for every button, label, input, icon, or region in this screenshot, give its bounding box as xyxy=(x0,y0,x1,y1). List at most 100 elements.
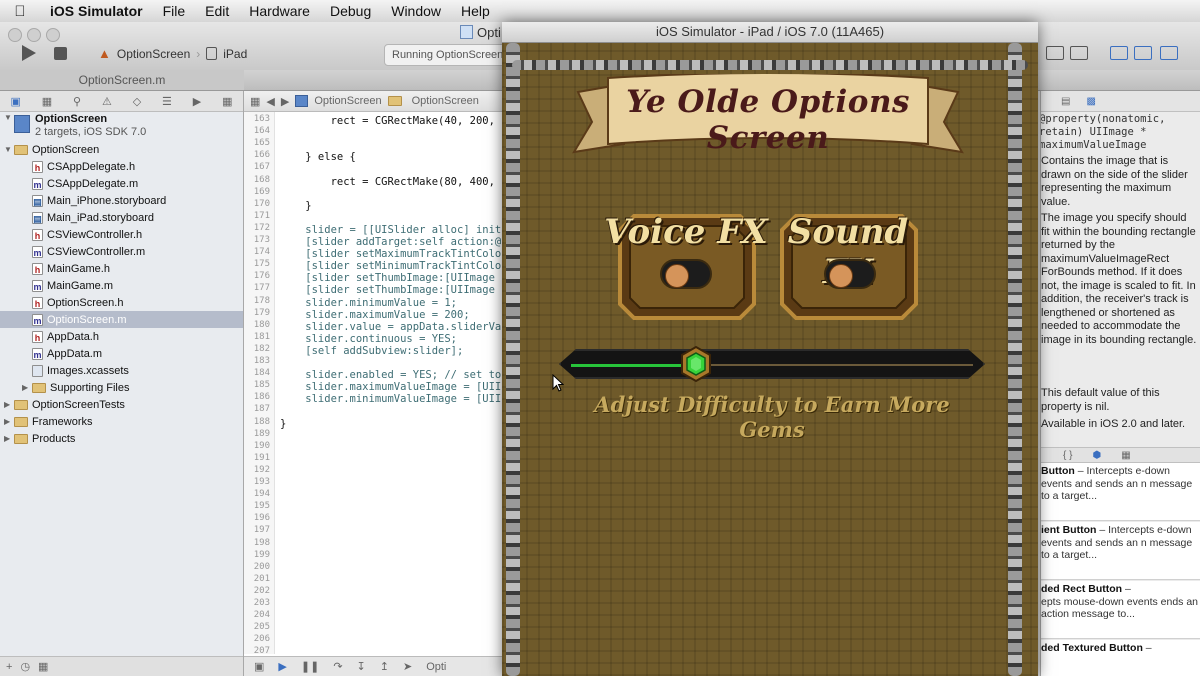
folder-icon xyxy=(387,96,402,106)
navigator-item[interactable]: ▶ Frameworks xyxy=(0,413,243,430)
object-library-icon[interactable]: ⬢ xyxy=(1092,450,1101,461)
disclosure-closed-icon[interactable]: ▶ xyxy=(4,417,14,426)
test-nav-icon[interactable]: ◇ xyxy=(133,95,141,108)
breakpoint-nav-icon[interactable]: ▶ xyxy=(193,95,201,108)
sound-fx-toggle[interactable] xyxy=(824,259,876,289)
tab-optionscreen-m[interactable]: OptionScreen.m xyxy=(0,70,244,90)
step-over-icon[interactable]: ↷ xyxy=(333,660,342,673)
navigator-item[interactable]: h AppData.h xyxy=(0,328,243,345)
add-icon[interactable]: + xyxy=(6,661,12,673)
folder-icon xyxy=(32,382,46,393)
scheme-selector[interactable]: ▲ OptionScreen › iPad xyxy=(98,46,247,61)
debug-area-toggle-icon[interactable] xyxy=(1134,46,1152,60)
menu-debug[interactable]: Debug xyxy=(320,3,381,19)
forward-icon[interactable]: ▶ xyxy=(281,95,289,108)
quick-help-abstract: Contains the image that is drawn on the … xyxy=(1041,155,1188,208)
step-out-icon[interactable]: ↥ xyxy=(380,660,389,673)
apple-menu-icon[interactable]:  xyxy=(0,3,40,20)
file-inspector-icon[interactable]: ▤ xyxy=(1061,96,1070,107)
disclosure-closed-icon[interactable]: ▶ xyxy=(22,383,32,392)
project-row[interactable]: ▼ OptionScreen 2 targets, iOS SDK 7.0 xyxy=(0,113,243,139)
library-item[interactable]: ded Textured Button – xyxy=(1041,640,1200,676)
stop-icon[interactable] xyxy=(54,47,67,60)
navigator-item-label: AppData.m xyxy=(47,347,103,360)
recent-icon[interactable]: ◷ xyxy=(20,660,30,673)
library-item[interactable]: ded Rect Button – epts mouse-down events … xyxy=(1041,581,1200,639)
breakpoints-toggle-icon[interactable]: ▶ xyxy=(278,660,286,673)
navigator-item-label: OptionScreen.m xyxy=(47,313,127,326)
menu-help[interactable]: Help xyxy=(451,3,500,19)
app-menu[interactable]: iOS Simulator xyxy=(40,3,153,19)
line-number: 177 xyxy=(253,283,270,294)
folder-nav-icon[interactable]: ▣ xyxy=(10,95,20,108)
standard-editor-icon[interactable] xyxy=(1046,46,1064,60)
close-window-icon[interactable] xyxy=(8,28,22,42)
quick-help-icon[interactable]: ▩ xyxy=(1086,96,1095,107)
navigator-item[interactable]: ▤ Main_iPhone.storyboard xyxy=(0,192,243,209)
navigator-item[interactable]: ▤ Main_iPad.storyboard xyxy=(0,209,243,226)
menu-edit[interactable]: Edit xyxy=(195,3,239,19)
gem-slider-thumb[interactable] xyxy=(678,346,714,382)
hide-debug-area-icon[interactable]: ▣ xyxy=(254,660,264,673)
navigator-item[interactable]: ▶ OptionScreenTests xyxy=(0,396,243,413)
library-item[interactable]: ient Button – Intercepts e-down events a… xyxy=(1041,522,1200,580)
pause-icon[interactable]: ❚❚ xyxy=(301,660,319,673)
menu-window[interactable]: Window xyxy=(381,3,451,19)
navigator-item-label: CSViewController.h xyxy=(47,228,143,241)
navigator-toggle-icon[interactable] xyxy=(1110,46,1128,60)
navigator-item[interactable]: h MainGame.h xyxy=(0,260,243,277)
media-library-icon[interactable]: ▦ xyxy=(1121,450,1130,461)
navigator-item[interactable]: m OptionScreen.m xyxy=(0,311,243,328)
symbol-nav-icon[interactable]: ▦ xyxy=(42,95,52,108)
target-icon: ▲ xyxy=(98,46,111,61)
voice-fx-toggle[interactable] xyxy=(660,259,712,289)
line-number: 164 xyxy=(253,126,270,137)
run-icon[interactable] xyxy=(22,45,36,61)
jump-bar-project[interactable]: OptionScreen xyxy=(314,95,381,107)
navigator-item[interactable]: h CSAppDelegate.h xyxy=(0,158,243,175)
utilities-toggle-icon[interactable] xyxy=(1160,46,1178,60)
navigator-item[interactable]: h OptionScreen.h xyxy=(0,294,243,311)
toggle-knob xyxy=(665,264,689,288)
code-snippet-library-icon[interactable]: { } xyxy=(1063,450,1072,461)
issue-nav-icon[interactable]: ⚠ xyxy=(102,95,112,108)
log-nav-icon[interactable]: ▦ xyxy=(222,95,232,108)
debug-process-label: Opti xyxy=(426,660,447,673)
library-item[interactable]: Button – Intercepts e-down events and se… xyxy=(1041,463,1200,521)
folder-icon xyxy=(14,416,28,427)
navigator-item[interactable]: m CSAppDelegate.m xyxy=(0,175,243,192)
navigator-item[interactable]: h CSViewController.h xyxy=(0,226,243,243)
scm-icon[interactable]: ▦ xyxy=(38,660,48,673)
folder-icon xyxy=(14,144,28,155)
jump-bar-group[interactable]: OptionScreen xyxy=(412,95,479,107)
assistant-editor-icon[interactable] xyxy=(1070,46,1088,60)
navigator-item[interactable]: Images.xcassets xyxy=(0,362,243,379)
code-line: [slider setMinimumTrackTintColo xyxy=(280,260,502,273)
navigator-item-label: OptionScreen xyxy=(32,143,100,156)
line-number: 173 xyxy=(253,235,270,245)
navigator-item[interactable]: m CSViewController.m xyxy=(0,243,243,260)
disclosure-closed-icon[interactable]: ▶ xyxy=(4,400,14,409)
disclosure-open-icon[interactable]: ▼ xyxy=(4,113,14,122)
disclosure-closed-icon[interactable]: ▶ xyxy=(4,434,14,443)
menu-file[interactable]: File xyxy=(153,3,196,19)
code-line: } xyxy=(280,199,312,212)
location-icon[interactable]: ➤ xyxy=(403,660,412,673)
navigator-item[interactable]: m AppData.m xyxy=(0,345,243,362)
navigator-item[interactable]: ▶ Products xyxy=(0,430,243,447)
search-nav-icon[interactable]: ⚲ xyxy=(73,95,81,108)
debug-nav-icon[interactable]: ☰ xyxy=(162,95,172,108)
back-icon[interactable]: ◀ xyxy=(266,95,274,108)
related-items-icon[interactable]: ▦ xyxy=(250,95,260,108)
header-file-icon: h xyxy=(32,262,43,275)
navigator-item[interactable]: ▼ OptionScreen xyxy=(0,141,243,158)
navigator-item-label: OptionScreenTests xyxy=(32,398,125,411)
minimize-window-icon[interactable] xyxy=(27,28,41,42)
menu-hardware[interactable]: Hardware xyxy=(239,3,320,19)
navigator-item[interactable]: m MainGame.m xyxy=(0,277,243,294)
disclosure-open-icon[interactable]: ▼ xyxy=(4,145,14,154)
step-into-icon[interactable]: ↧ xyxy=(357,660,366,673)
zoom-window-icon[interactable] xyxy=(46,28,60,42)
navigator-item[interactable]: ▶ Supporting Files xyxy=(0,379,243,396)
navigator-tabs: ▣ ▦ ⚲ ⚠ ◇ ☰ ▶ ▦ xyxy=(0,91,243,112)
